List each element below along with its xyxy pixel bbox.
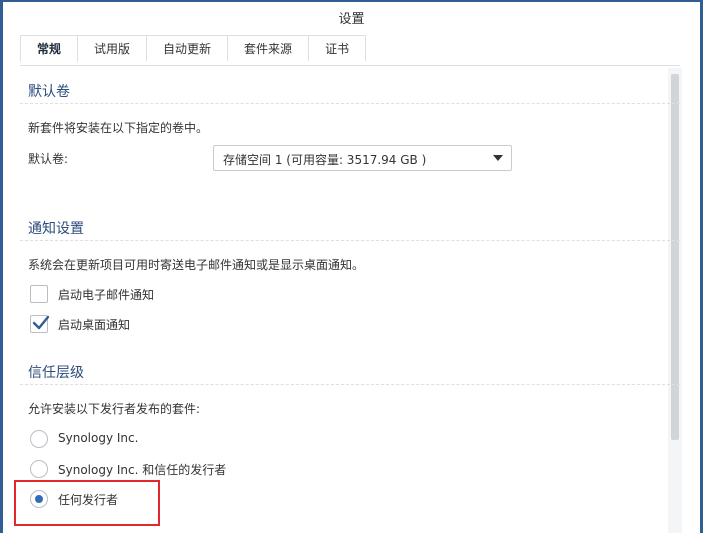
- tab-auto-update[interactable]: 自动更新: [147, 35, 229, 61]
- window-frame-top: [0, 0, 703, 2]
- desktop-notification-label[interactable]: 启动桌面通知: [58, 316, 130, 333]
- trust-synology-and-trusted-label[interactable]: Synology Inc. 和信任的发行者: [58, 461, 226, 478]
- email-notification-label[interactable]: 启动电子邮件通知: [58, 286, 154, 303]
- scrollbar-thumb[interactable]: [671, 74, 679, 440]
- notifications-description: 系统会在更新项目可用时寄送电子邮件通知或是显示桌面通知。: [28, 258, 365, 272]
- dialog-title: 设置: [338, 12, 365, 27]
- desktop-notification-checkbox[interactable]: [30, 315, 50, 333]
- tab-underline: [20, 65, 680, 66]
- chevron-down-icon: [493, 155, 503, 161]
- tab-trial[interactable]: 试用版: [78, 35, 148, 61]
- default-volume-label: 默认卷:: [28, 152, 69, 166]
- section-title-trust-level: 信任层级: [28, 365, 84, 381]
- tab-certificate[interactable]: 证书: [309, 35, 367, 61]
- section-divider: [20, 240, 680, 241]
- tab-package-sources[interactable]: 套件来源: [228, 35, 310, 61]
- section-divider: [20, 384, 680, 385]
- trust-synology-radio[interactable]: [30, 430, 48, 448]
- trust-synology-label[interactable]: Synology Inc.: [58, 431, 138, 445]
- default-volume-select[interactable]: 存储空间 1 (可用容量: 3517.94 GB ): [213, 145, 512, 171]
- check-icon: [32, 315, 50, 330]
- trust-level-description: 允许安装以下发行者发布的套件:: [28, 402, 201, 416]
- trust-synology-and-trusted-radio[interactable]: [30, 460, 48, 478]
- section-divider: [20, 103, 680, 104]
- window-frame-left: [0, 0, 3, 533]
- section-title-default-volume: 默认卷: [28, 84, 70, 100]
- tab-general[interactable]: 常规: [20, 35, 79, 63]
- section-title-notifications: 通知设置: [28, 221, 84, 237]
- default-volume-description: 新套件将安装在以下指定的卷中。: [28, 121, 209, 135]
- tab-bar: 常规 试用版 自动更新 套件来源 证书: [20, 35, 367, 63]
- default-volume-value: 存储空间 1 (可用容量: 3517.94 GB ): [223, 153, 427, 167]
- email-notification-checkbox[interactable]: [30, 285, 48, 303]
- highlight-annotation-box: [14, 480, 160, 526]
